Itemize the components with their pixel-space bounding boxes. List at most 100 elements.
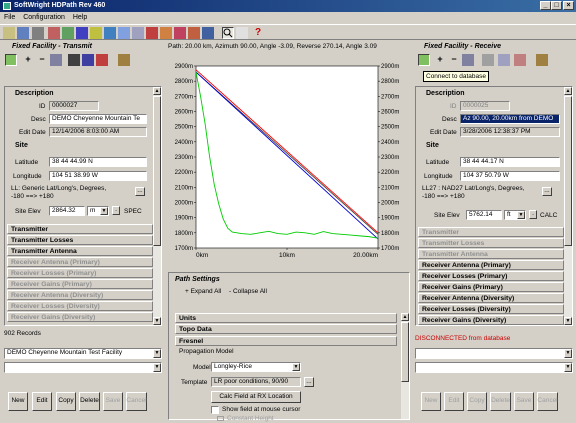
constant-height-checkbox[interactable] <box>217 416 224 421</box>
scroll-thumb[interactable] <box>401 322 409 382</box>
facility-combo[interactable]: ▼ <box>415 348 573 359</box>
longitude-field[interactable]: 104 51 38.99 W <box>49 171 147 181</box>
section-transmitter-losses[interactable]: Transmitter Losses <box>418 238 564 248</box>
ll-browse-button[interactable]: ... <box>542 187 552 196</box>
menu-configuration[interactable]: Configuration <box>23 14 65 21</box>
report-icon[interactable] <box>48 27 60 39</box>
print-icon[interactable] <box>32 27 44 39</box>
section-receiver-losses-primary[interactable]: Receiver Losses (Primary) <box>418 271 564 281</box>
scroll-down-icon[interactable]: ▼ <box>153 317 161 325</box>
cancel-button[interactable]: Cancel <box>537 392 558 411</box>
folder-icon[interactable] <box>160 27 172 39</box>
section-receiver-losses-primary[interactable]: Receiver Losses (Primary) <box>7 268 153 278</box>
delete-button[interactable]: Delete <box>490 392 511 411</box>
list-icon[interactable] <box>50 54 62 66</box>
desc-field[interactable]: Az 90.00, 20.00km from DEMO <box>460 114 560 124</box>
copy-button[interactable]: Copy <box>467 392 487 411</box>
connect-icon[interactable] <box>5 54 17 66</box>
remove-icon[interactable]: − <box>448 54 460 66</box>
search-field[interactable]: ▼ <box>4 362 162 373</box>
delete-button[interactable]: Delete <box>79 392 100 411</box>
id-field[interactable]: 0000027 <box>49 101 99 111</box>
collapse-all-link[interactable]: - Collapse All <box>229 287 267 296</box>
rx-settings-icon[interactable] <box>498 54 510 66</box>
import-icon[interactable] <box>188 27 200 39</box>
section-fresnel[interactable]: Fresnel <box>175 336 397 346</box>
document-icon[interactable] <box>236 27 248 39</box>
menu-help[interactable]: Help <box>73 14 87 21</box>
map-icon[interactable] <box>76 27 88 39</box>
new-button[interactable]: New <box>421 392 441 411</box>
calc-field-button[interactable]: Calc Field at RX Location <box>211 391 301 403</box>
section-receiver-gains-diversity[interactable]: Receiver Gains (Diversity) <box>7 312 153 322</box>
section-receiver-antenna-primary[interactable]: Receiver Antenna (Primary) <box>7 257 153 267</box>
rotate-icon[interactable] <box>104 27 116 39</box>
save-button[interactable]: Save <box>514 392 534 411</box>
scroll-up-icon[interactable]: ▲ <box>401 313 409 321</box>
elev-browse-button[interactable]: . <box>529 210 537 219</box>
edit-button[interactable]: Edit <box>444 392 464 411</box>
site-elev-field[interactable]: 5762.14 <box>466 210 502 220</box>
section-receiver-losses-diversity[interactable]: Receiver Losses (Diversity) <box>7 301 153 311</box>
ll-browse-button[interactable]: ... <box>135 187 145 196</box>
menu-file[interactable]: File <box>4 14 15 21</box>
scroll-thumb[interactable] <box>564 96 572 246</box>
site-elev-unit-select[interactable]: ft ▼ <box>504 210 526 220</box>
desc-field[interactable]: DEMO Cheyenne Mountain Te <box>49 114 147 124</box>
section-topo-data[interactable]: Topo Data <box>175 324 397 334</box>
receive-scrollbar[interactable]: ▲ ▼ <box>564 87 572 325</box>
calc-icon[interactable] <box>202 27 214 39</box>
section-receiver-antenna-diversity[interactable]: Receiver Antenna (Diversity) <box>418 293 564 303</box>
save-button[interactable]: Save <box>103 392 123 411</box>
section-receiver-losses-diversity[interactable]: Receiver Losses (Diversity) <box>418 304 564 314</box>
latitude-field[interactable]: 38 44 44.17 N <box>460 157 560 167</box>
transmit-scrollbar[interactable]: ▲ ▼ <box>153 87 161 325</box>
compass-icon[interactable] <box>118 27 130 39</box>
zoom-icon[interactable] <box>222 27 234 39</box>
path-profile-chart[interactable]: 2900m 2900m 2800m 2800m 2700m 2700m 2600m 2600m… <box>168 58 410 268</box>
section-receiver-gains-diversity[interactable]: Receiver Gains (Diversity) <box>418 315 564 325</box>
tx-settings-icon[interactable] <box>82 54 94 66</box>
section-transmitter-antenna[interactable]: Transmitter Antenna <box>7 246 153 256</box>
section-transmitter[interactable]: Transmitter <box>7 224 153 234</box>
grid-icon[interactable] <box>132 27 144 39</box>
search-field[interactable]: ▼ <box>415 362 573 373</box>
export-icon[interactable] <box>174 27 186 39</box>
new-button[interactable]: New <box>8 392 28 411</box>
connect-icon[interactable] <box>418 54 430 66</box>
elev-browse-button[interactable]: . <box>112 206 120 215</box>
close-button[interactable]: × <box>563 1 574 10</box>
binoculars-icon[interactable] <box>482 54 494 66</box>
scroll-down-icon[interactable]: ▼ <box>564 317 572 325</box>
site-elev-unit-select[interactable]: m ▼ <box>87 206 109 216</box>
section-receiver-antenna-diversity[interactable]: Receiver Antenna (Diversity) <box>7 290 153 300</box>
copy-button[interactable]: Copy <box>56 392 76 411</box>
edit-date-field[interactable]: 3/28/2006 12:38:37 PM <box>460 127 560 137</box>
id-field[interactable]: 0000025 <box>460 101 510 111</box>
minimize-button[interactable]: _ <box>540 1 551 10</box>
section-receiver-gains-primary[interactable]: Receiver Gains (Primary) <box>418 282 564 292</box>
section-units[interactable]: Units <box>175 313 397 323</box>
template-field[interactable]: LR poor conditions, 90/90 <box>211 377 301 387</box>
scroll-up-icon[interactable]: ▲ <box>153 87 161 95</box>
remove-icon[interactable]: − <box>36 54 48 66</box>
edit-date-field[interactable]: 12/14/2006 8:03:00 AM <box>49 127 147 137</box>
antenna-icon[interactable] <box>146 27 158 39</box>
list-icon[interactable] <box>462 54 474 66</box>
section-transmitter[interactable]: Transmitter <box>418 227 564 237</box>
longitude-field[interactable]: 104 37 50.79 W <box>460 171 560 181</box>
rx-export-icon[interactable] <box>536 54 548 66</box>
section-transmitter-antenna[interactable]: Transmitter Antenna <box>418 249 564 259</box>
cancel-button[interactable]: Cancel <box>126 392 147 411</box>
settings-scrollbar[interactable]: ▲ <box>401 313 409 419</box>
expand-all-link[interactable]: + Expand All <box>185 287 221 296</box>
scroll-up-icon[interactable]: ▲ <box>564 87 572 95</box>
binoculars-icon[interactable] <box>68 54 80 66</box>
add-icon[interactable]: + <box>434 54 446 66</box>
site-elev-field[interactable]: 2864.32 <box>49 206 85 216</box>
tx-copy-icon[interactable] <box>96 54 108 66</box>
edit-button[interactable]: Edit <box>32 392 52 411</box>
help-icon[interactable]: ? <box>252 27 264 39</box>
settings-icon[interactable] <box>62 27 74 39</box>
save-icon[interactable] <box>17 27 29 39</box>
